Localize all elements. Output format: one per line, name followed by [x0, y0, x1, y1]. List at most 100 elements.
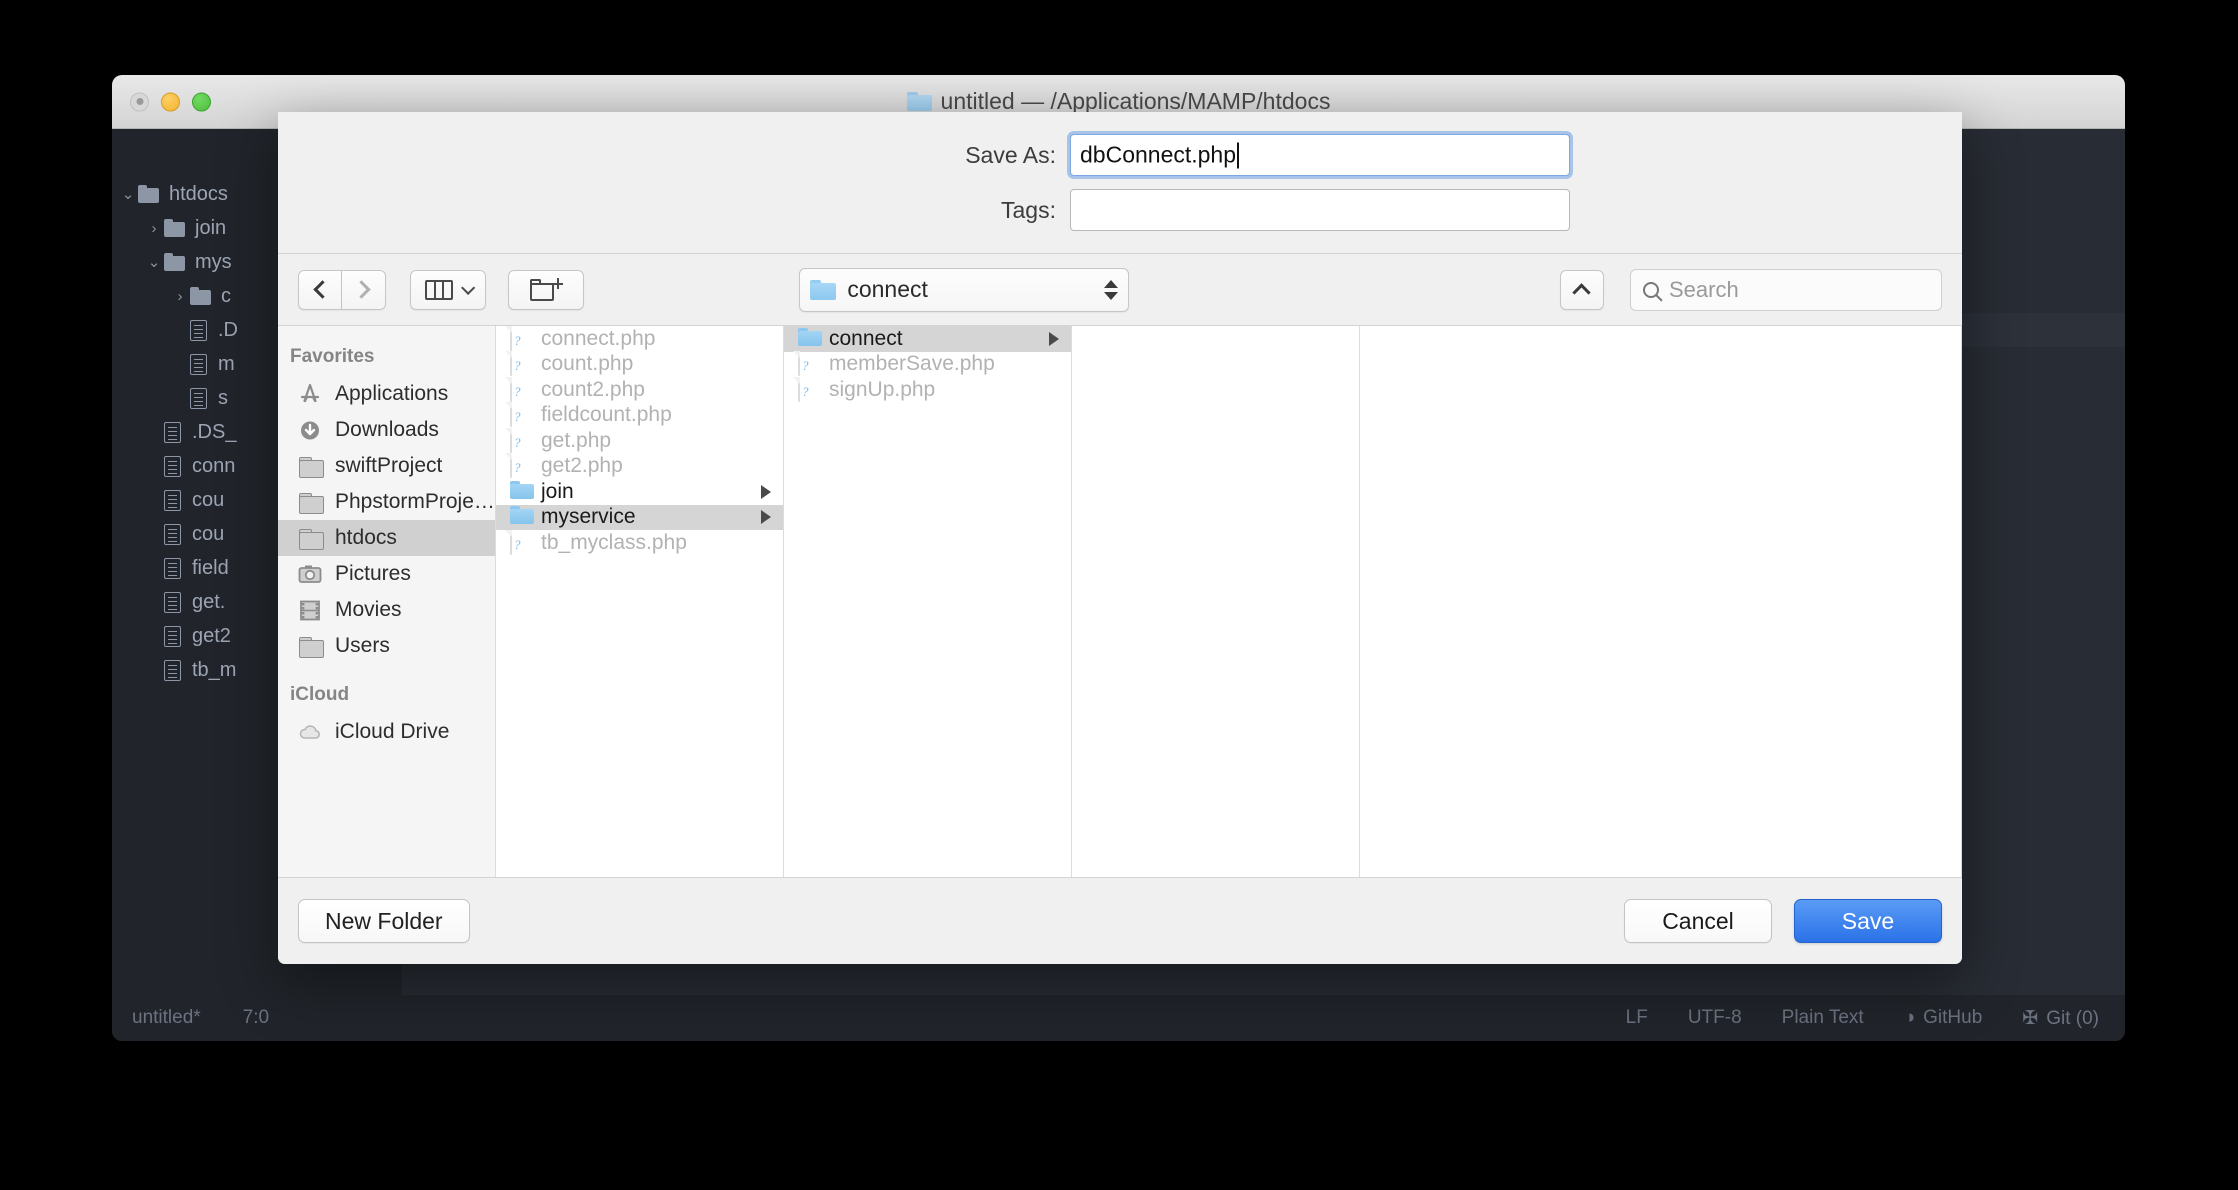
- status-bar-left: untitled* 7:0: [112, 1007, 269, 1029]
- maximize-window-button[interactable]: [192, 92, 211, 111]
- file-row[interactable]: ? signUp.php: [784, 376, 1071, 403]
- file-row[interactable]: ? memberSave.php: [784, 351, 1071, 378]
- browser-column-2[interactable]: connect? memberSave.php? signUp.php: [784, 326, 1072, 877]
- save-button[interactable]: Save: [1794, 899, 1942, 943]
- tree-item-label: s: [218, 386, 228, 409]
- view-mode-button[interactable]: [410, 269, 486, 310]
- chevron-up-icon: [1572, 282, 1592, 302]
- status-filename[interactable]: untitled*: [132, 1007, 201, 1029]
- file-icon: [164, 625, 181, 647]
- php-file-icon: ?: [510, 351, 532, 377]
- close-window-button[interactable]: [130, 92, 149, 111]
- php-file-icon: ?: [798, 351, 820, 377]
- tree-item-label: htdocs: [169, 182, 228, 205]
- navigation-buttons: [298, 269, 386, 310]
- php-file-icon: ?: [510, 427, 532, 453]
- icloud-list[interactable]: iCloud Drive: [278, 714, 495, 750]
- item-label: signUp.php: [829, 377, 936, 401]
- search-icon: [1642, 281, 1659, 298]
- status-line-ending[interactable]: LF: [1626, 1007, 1648, 1029]
- file-icon: [164, 591, 181, 613]
- icloud-header: iCloud: [290, 684, 350, 705]
- disclosure-triangle-icon[interactable]: [761, 510, 771, 525]
- item-label: get2.php: [541, 454, 623, 478]
- folder-icon: [798, 327, 820, 351]
- status-github[interactable]: ◑ GitHub: [1904, 1007, 1983, 1029]
- file-row[interactable]: ? connect.php: [496, 326, 783, 352]
- camera-icon: [298, 563, 324, 585]
- new-folder-button[interactable]: New Folder: [298, 899, 470, 943]
- file-row[interactable]: ? fieldcount.php: [496, 402, 783, 429]
- status-grammar[interactable]: Plain Text: [1782, 1007, 1864, 1029]
- file-row[interactable]: ? count2.php: [496, 376, 783, 403]
- item-label: count.php: [541, 352, 634, 376]
- status-bar: untitled* 7:0 LF UTF-8 Plain Text ◑ GitHu…: [112, 995, 2125, 1041]
- item-label: connect: [829, 326, 903, 350]
- status-git[interactable]: ✠ Git (0): [2022, 1007, 2099, 1030]
- filename-input[interactable]: [1070, 134, 1570, 176]
- favorites-list[interactable]: Applications Downloads swiftProject Phpstor…: [278, 376, 495, 664]
- github-icon: ◑: [1903, 1007, 1916, 1028]
- folder-row[interactable]: connect: [784, 326, 1071, 352]
- sidebar-item-label: PhpstormProje…: [335, 490, 495, 513]
- new-folder-icon: [530, 278, 563, 301]
- file-row[interactable]: ? get.php: [496, 427, 783, 454]
- browser-column-4[interactable]: [1360, 326, 1962, 877]
- filename-field-wrapper[interactable]: dbConnect.php: [1070, 134, 1570, 176]
- places-sidebar[interactable]: Favorites Applications Downloads swiftProj…: [278, 326, 496, 877]
- chevron-right-icon[interactable]: ›: [144, 220, 164, 237]
- new-folder-toolbar-button[interactable]: [508, 269, 584, 310]
- footer-actions: Cancel Save: [1624, 899, 1942, 943]
- sidebar-item-users[interactable]: Users: [278, 628, 495, 664]
- sidebar-item-applications[interactable]: Applications: [278, 376, 495, 412]
- file-row[interactable]: ? tb_myclass.php: [496, 529, 783, 556]
- film-icon: [298, 599, 324, 621]
- tree-item-label: get2: [192, 624, 231, 647]
- sidebar-item-label: Users: [335, 634, 390, 657]
- chevron-down-icon[interactable]: ⌄: [118, 185, 138, 203]
- tags-label: Tags:: [1001, 196, 1056, 223]
- collapse-button[interactable]: [1559, 269, 1604, 310]
- item-label: get.php: [541, 428, 612, 452]
- file-icon: [190, 319, 207, 341]
- sidebar-item-label: Downloads: [335, 418, 439, 441]
- tree-item-label: field: [192, 556, 229, 579]
- sidebar-item-icloud-drive[interactable]: iCloud Drive: [278, 714, 495, 750]
- status-encoding[interactable]: UTF-8: [1688, 1007, 1742, 1029]
- chevron-right-icon[interactable]: ›: [170, 288, 190, 305]
- search-input[interactable]: Search: [1629, 268, 1942, 311]
- chevron-right-icon: [352, 280, 371, 299]
- disclosure-triangle-icon[interactable]: [1049, 331, 1059, 346]
- forward-button[interactable]: [342, 269, 386, 310]
- back-button[interactable]: [298, 269, 342, 310]
- chevron-down-icon[interactable]: ⌄: [144, 253, 164, 271]
- sidebar-item-swiftproject[interactable]: swiftProject: [278, 448, 495, 484]
- minimize-window-button[interactable]: [161, 92, 180, 111]
- status-cursor-position[interactable]: 7:0: [243, 1007, 269, 1029]
- folder-row[interactable]: myservice: [496, 504, 783, 530]
- disclosure-triangle-icon[interactable]: [761, 484, 771, 499]
- sidebar-item-pictures[interactable]: Pictures: [278, 556, 495, 592]
- item-label: myservice: [541, 505, 636, 529]
- folder-icon: [138, 185, 160, 203]
- favorites-header: Favorites: [290, 346, 375, 367]
- tree-item-label: .D: [218, 318, 238, 341]
- cancel-button[interactable]: Cancel: [1624, 899, 1772, 943]
- file-icon: [164, 523, 181, 545]
- sidebar-item-movies[interactable]: Movies: [278, 592, 495, 628]
- browser-column-3[interactable]: [1072, 326, 1360, 877]
- location-popup-button[interactable]: connect: [799, 267, 1130, 312]
- sidebar-item-downloads[interactable]: Downloads: [278, 412, 495, 448]
- file-row[interactable]: ? get2.php: [496, 453, 783, 480]
- file-row[interactable]: ? count.php: [496, 351, 783, 378]
- folder-icon: [298, 455, 324, 478]
- tags-input[interactable]: [1070, 189, 1570, 231]
- sidebar-item-htdocs[interactable]: htdocs: [278, 520, 495, 556]
- file-icon: [164, 421, 181, 443]
- sidebar-item-phpstormproje[interactable]: PhpstormProje…: [278, 484, 495, 520]
- folder-row[interactable]: join: [496, 479, 783, 505]
- cloud-icon: [298, 721, 324, 743]
- browser-column-1[interactable]: ? connect.php? count.php? count2.php? fieldc…: [496, 326, 784, 877]
- save-dialog-footer: New Folder Cancel Save: [278, 878, 1962, 964]
- folder-icon: [298, 491, 324, 514]
